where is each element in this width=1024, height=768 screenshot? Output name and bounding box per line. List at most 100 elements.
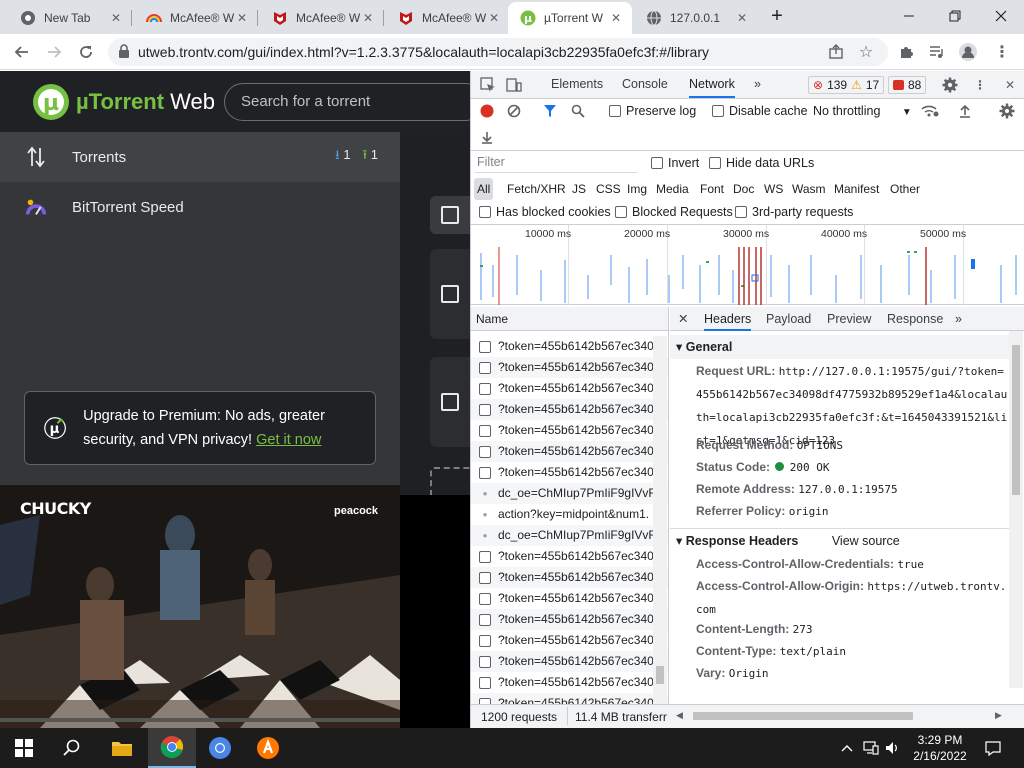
new-tab-button[interactable]: + [762,0,792,32]
select-all-checkbox[interactable] [441,206,459,224]
request-row[interactable]: ?token=455b6142b567ec340 [471,441,668,462]
address-bar[interactable]: utweb.trontv.com/gui/index.html?v=1.2.3.… [108,38,888,66]
hide-data-urls-checkbox[interactable]: Hide data URLs [709,156,814,170]
tab-response[interactable]: Response [887,307,943,331]
show-hidden-icons-chevron-icon[interactable] [836,728,858,768]
filter-ws[interactable]: WS [761,178,786,200]
torrent-checkbox[interactable] [441,393,459,411]
throttling-select[interactable]: No throttling ▼ [813,104,912,118]
back-button[interactable] [8,38,36,66]
scrollbar-thumb[interactable] [656,666,664,684]
filter-js[interactable]: JS [569,178,589,200]
network-overview-timeline[interactable]: 10000 ms 20000 ms 30000 ms 40000 ms 5000… [471,225,1024,305]
search-icon[interactable] [570,103,586,119]
request-row[interactable]: ?token=455b6142b567ec340 [471,462,668,483]
filter-css[interactable]: CSS [593,178,624,200]
third-party-requests-checkbox[interactable]: 3rd-party requests [735,205,853,219]
file-explorer-button[interactable] [98,728,146,768]
restore-button[interactable] [932,0,978,32]
close-tab-icon[interactable]: ✕ [734,10,750,26]
close-details-icon[interactable]: ✕ [678,307,688,331]
record-icon[interactable] [479,103,495,119]
reload-button[interactable] [72,38,100,66]
close-window-button[interactable] [978,0,1024,32]
request-row[interactable]: ?token=455b6142b567ec340 [471,378,668,399]
torrent-row[interactable] [430,357,470,447]
has-blocked-cookies-checkbox[interactable]: Has blocked cookies [479,205,611,219]
export-har-icon[interactable] [479,129,495,145]
torrent-search-input[interactable]: Search for a torrent [224,83,470,121]
avast-taskbar-button[interactable] [244,728,292,768]
devtools-menu-icon[interactable]: ⋮ [971,76,989,94]
error-warning-counter[interactable]: ⊗ 139 ⚠ 17 [808,76,885,94]
filter-doc[interactable]: Doc [730,178,757,200]
request-row[interactable]: ● dc_oe=ChMIup7PmIiF9gIVvR [471,483,668,504]
horizontal-scrollbar-thumb[interactable] [693,712,913,720]
scroll-left-icon[interactable]: ◀ [676,710,683,721]
browser-tab-utorrent[interactable]: µ µTorrent W ✕ [508,2,632,34]
request-row[interactable]: ?token=455b6142b567ec340 [471,588,668,609]
tab-headers[interactable]: Headers [704,307,752,331]
start-button[interactable] [0,728,48,768]
close-devtools-icon[interactable]: ✕ [1001,76,1019,94]
taskbar-clock[interactable]: 3:29 PM 2/16/2022 [902,732,978,764]
volume-tray-icon[interactable] [882,728,904,768]
share-icon[interactable] [822,38,850,66]
response-headers-section-toggle[interactable]: ▾ Response Headers View source [670,528,1010,552]
network-tray-icon[interactable] [860,728,882,768]
request-list-scrollbar[interactable] [653,336,667,704]
filter-fetch-xhr[interactable]: Fetch/XHR [504,178,569,200]
close-tab-icon[interactable]: ✕ [486,10,502,26]
torrent-checkbox[interactable] [441,285,459,303]
settings-gear-icon[interactable] [941,76,959,94]
invert-checkbox[interactable]: Invert [651,156,699,170]
profile-avatar[interactable] [954,38,982,66]
browser-tab-new-tab[interactable]: New Tab ✕ [8,2,132,34]
more-tabs-button[interactable]: » [754,71,761,98]
request-row[interactable]: ?token=455b6142b567ec340 [471,630,668,651]
chrome-taskbar-button[interactable] [148,728,196,768]
request-row[interactable]: ?token=455b6142b567ec340 [471,567,668,588]
bookmark-star-icon[interactable]: ☆ [852,38,880,66]
scroll-right-icon[interactable]: ▶ [995,710,1002,721]
scrollbar-thumb[interactable] [1012,345,1020,495]
request-row[interactable]: ?token=455b6142b567ec340 [471,693,668,704]
notifications-icon[interactable] [980,728,1006,768]
filter-wasm[interactable]: Wasm [789,178,829,200]
tab-payload[interactable]: Payload [766,307,811,331]
filter-font[interactable]: Font [697,178,727,200]
network-conditions-icon[interactable] [920,102,940,120]
request-row[interactable]: ?token=455b6142b567ec340 [471,672,668,693]
close-tab-icon[interactable]: ✕ [360,10,376,26]
preserve-log-checkbox[interactable]: Preserve log [609,104,696,118]
tab-preview[interactable]: Preview [827,307,871,331]
clear-icon[interactable] [506,103,522,119]
details-scrollbar[interactable] [1009,331,1023,688]
chromium-taskbar-button[interactable] [196,728,244,768]
request-row[interactable]: ?token=455b6142b567ec340 [471,651,668,672]
minimize-button[interactable] [886,0,932,32]
forward-button[interactable] [40,38,68,66]
request-row[interactable]: ● dc_oe=ChMIup7PmIiF9gIVvR [471,525,668,546]
tab-elements[interactable]: Elements [551,71,603,98]
request-row[interactable]: ?token=455b6142b567ec340 [471,357,668,378]
general-section-toggle[interactable]: ▾ General [670,335,1010,359]
filter-img[interactable]: Img [624,178,650,200]
request-row[interactable]: ?token=455b6142b567ec340 [471,420,668,441]
filter-all[interactable]: All [474,178,494,200]
view-source-link[interactable]: View source [832,534,900,548]
sidebar-item-bittorrent-speed[interactable]: BitTorrent Speed [0,182,400,232]
filter-other[interactable]: Other [887,178,923,200]
torrent-row[interactable] [430,249,470,339]
taskbar-search-button[interactable] [48,728,96,768]
close-tab-icon[interactable]: ✕ [108,10,124,26]
close-tab-icon[interactable]: ✕ [608,10,624,26]
more-detail-tabs-button[interactable]: » [955,307,962,331]
network-settings-gear-icon[interactable] [999,103,1015,119]
filter-manifest[interactable]: Manifest [831,178,882,200]
name-column-header[interactable]: Name [471,307,668,331]
request-row[interactable]: ?token=455b6142b567ec340 [471,399,668,420]
inspect-element-icon[interactable] [479,76,497,94]
close-tab-icon[interactable]: ✕ [234,10,250,26]
blocked-requests-checkbox[interactable]: Blocked Requests [615,205,733,219]
